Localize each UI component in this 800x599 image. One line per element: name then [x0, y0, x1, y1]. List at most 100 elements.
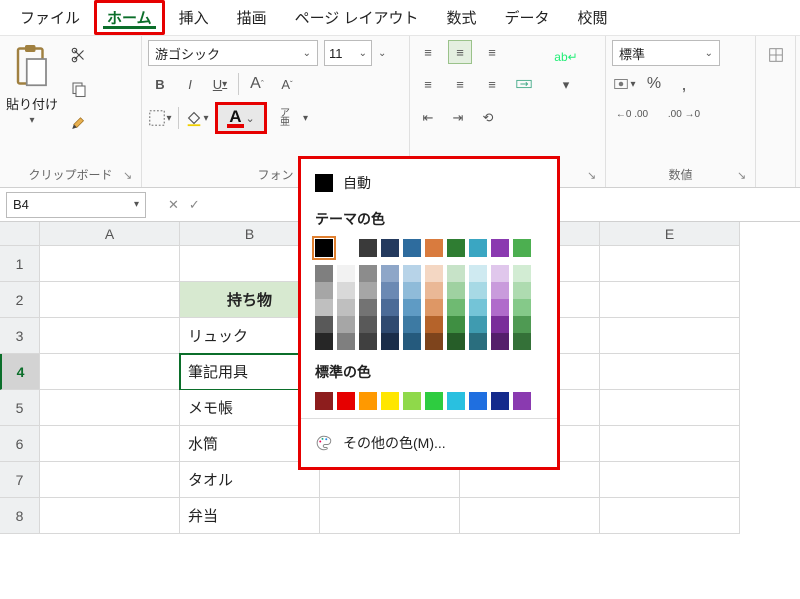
- standard-color-swatch[interactable]: [425, 392, 443, 410]
- row-header-1[interactable]: 1: [0, 246, 40, 282]
- font-size-combo[interactable]: 11⌄: [324, 40, 372, 66]
- theme-tint-swatch[interactable]: [359, 299, 377, 316]
- bold-button[interactable]: B: [148, 72, 172, 96]
- standard-color-swatch[interactable]: [315, 392, 333, 410]
- align-bottom-button[interactable]: ≡: [480, 40, 504, 64]
- cell-A3[interactable]: [40, 318, 180, 354]
- theme-tint-swatch[interactable]: [359, 282, 377, 299]
- cell-A6[interactable]: [40, 426, 180, 462]
- cell-A2[interactable]: [40, 282, 180, 318]
- theme-tint-swatch[interactable]: [469, 333, 487, 350]
- cut-button[interactable]: [64, 40, 94, 70]
- theme-tint-swatch[interactable]: [491, 265, 509, 282]
- theme-tint-swatch[interactable]: [469, 265, 487, 282]
- row-header-7[interactable]: 7: [0, 462, 40, 498]
- cell-D8[interactable]: [460, 498, 600, 534]
- standard-color-swatch[interactable]: [447, 392, 465, 410]
- font-name-combo[interactable]: 游ゴシック⌄: [148, 40, 318, 66]
- tab-review[interactable]: 校閲: [564, 1, 622, 34]
- theme-tint-swatch[interactable]: [403, 299, 421, 316]
- theme-tint-swatch[interactable]: [447, 333, 465, 350]
- theme-tint-swatch[interactable]: [381, 265, 399, 282]
- theme-color-swatch[interactable]: [359, 239, 377, 257]
- align-top-button[interactable]: ≡: [416, 40, 440, 64]
- theme-tint-swatch[interactable]: [337, 282, 355, 299]
- theme-tint-swatch[interactable]: [315, 299, 333, 316]
- cell-A8[interactable]: [40, 498, 180, 534]
- row-header-8[interactable]: 8: [0, 498, 40, 534]
- theme-tint-swatch[interactable]: [381, 299, 399, 316]
- underline-button[interactable]: U▾: [208, 72, 232, 96]
- theme-tint-swatch[interactable]: [491, 299, 509, 316]
- theme-tint-swatch[interactable]: [359, 265, 377, 282]
- theme-tint-swatch[interactable]: [403, 282, 421, 299]
- row-header-3[interactable]: 3: [0, 318, 40, 354]
- theme-tint-swatch[interactable]: [315, 333, 333, 350]
- tab-home[interactable]: ホーム: [94, 0, 165, 35]
- decrease-font-button[interactable]: Aˇ: [275, 72, 299, 96]
- merge-center-button[interactable]: ▾: [554, 73, 578, 97]
- cell-E8[interactable]: [600, 498, 740, 534]
- cell-C8[interactable]: [320, 498, 460, 534]
- theme-tint-swatch[interactable]: [491, 282, 509, 299]
- theme-color-swatch[interactable]: [403, 239, 421, 257]
- cell-E2[interactable]: [600, 282, 740, 318]
- theme-tint-swatch[interactable]: [447, 282, 465, 299]
- cell-E7[interactable]: [600, 462, 740, 498]
- theme-tint-swatch[interactable]: [315, 282, 333, 299]
- theme-color-swatch[interactable]: [513, 239, 531, 257]
- theme-tint-swatch[interactable]: [359, 333, 377, 350]
- tab-pagelayout[interactable]: ページ レイアウト: [281, 1, 433, 34]
- cell-A4[interactable]: [40, 354, 180, 390]
- font-color-button[interactable]: A ⌄: [215, 102, 267, 134]
- cell-A5[interactable]: [40, 390, 180, 426]
- theme-color-swatch[interactable]: [491, 239, 509, 257]
- cell-A7[interactable]: [40, 462, 180, 498]
- standard-color-swatch[interactable]: [359, 392, 377, 410]
- align-left-button[interactable]: ≡: [416, 72, 440, 96]
- row-header-2[interactable]: 2: [0, 282, 40, 318]
- theme-tint-swatch[interactable]: [337, 265, 355, 282]
- cell-E4[interactable]: [600, 354, 740, 390]
- increase-indent-button[interactable]: ⇥: [446, 106, 470, 130]
- theme-tint-swatch[interactable]: [403, 265, 421, 282]
- theme-tint-swatch[interactable]: [513, 299, 531, 316]
- increase-font-button[interactable]: Aˆ: [245, 72, 269, 96]
- standard-color-swatch[interactable]: [403, 392, 421, 410]
- theme-tint-swatch[interactable]: [513, 316, 531, 333]
- col-header-E[interactable]: E: [600, 222, 740, 246]
- theme-tint-swatch[interactable]: [469, 282, 487, 299]
- theme-tint-swatch[interactable]: [403, 316, 421, 333]
- theme-color-swatch[interactable]: [315, 239, 333, 257]
- cell-A1[interactable]: [40, 246, 180, 282]
- theme-tint-swatch[interactable]: [491, 316, 509, 333]
- col-header-A[interactable]: A: [40, 222, 180, 246]
- theme-tint-swatch[interactable]: [447, 316, 465, 333]
- italic-button[interactable]: I: [178, 72, 202, 96]
- theme-color-swatch[interactable]: [425, 239, 443, 257]
- standard-color-swatch[interactable]: [469, 392, 487, 410]
- theme-tint-swatch[interactable]: [425, 299, 443, 316]
- copy-button[interactable]: [64, 74, 94, 104]
- theme-tint-swatch[interactable]: [469, 316, 487, 333]
- wrap-text-button[interactable]: ab↵: [554, 45, 578, 69]
- theme-color-swatch[interactable]: [381, 239, 399, 257]
- row-header-6[interactable]: 6: [0, 426, 40, 462]
- select-all-corner[interactable]: [0, 222, 40, 246]
- standard-color-swatch[interactable]: [513, 392, 531, 410]
- theme-color-swatch[interactable]: [337, 239, 355, 257]
- phonetic-button[interactable]: ア 亜: [273, 106, 297, 130]
- theme-color-swatch[interactable]: [447, 239, 465, 257]
- name-box[interactable]: B4▾: [6, 192, 146, 218]
- theme-tint-swatch[interactable]: [425, 265, 443, 282]
- theme-tint-swatch[interactable]: [337, 299, 355, 316]
- accept-button[interactable]: ✓: [189, 197, 200, 213]
- align-middle-button[interactable]: ≡: [448, 40, 472, 64]
- clipboard-dialog-launcher[interactable]: ↘: [123, 169, 137, 183]
- theme-tint-swatch[interactable]: [513, 265, 531, 282]
- theme-tint-swatch[interactable]: [337, 316, 355, 333]
- fill-color-button[interactable]: ▾: [185, 106, 209, 130]
- theme-tint-swatch[interactable]: [381, 282, 399, 299]
- theme-tint-swatch[interactable]: [513, 282, 531, 299]
- tab-file[interactable]: ファイル: [6, 1, 94, 34]
